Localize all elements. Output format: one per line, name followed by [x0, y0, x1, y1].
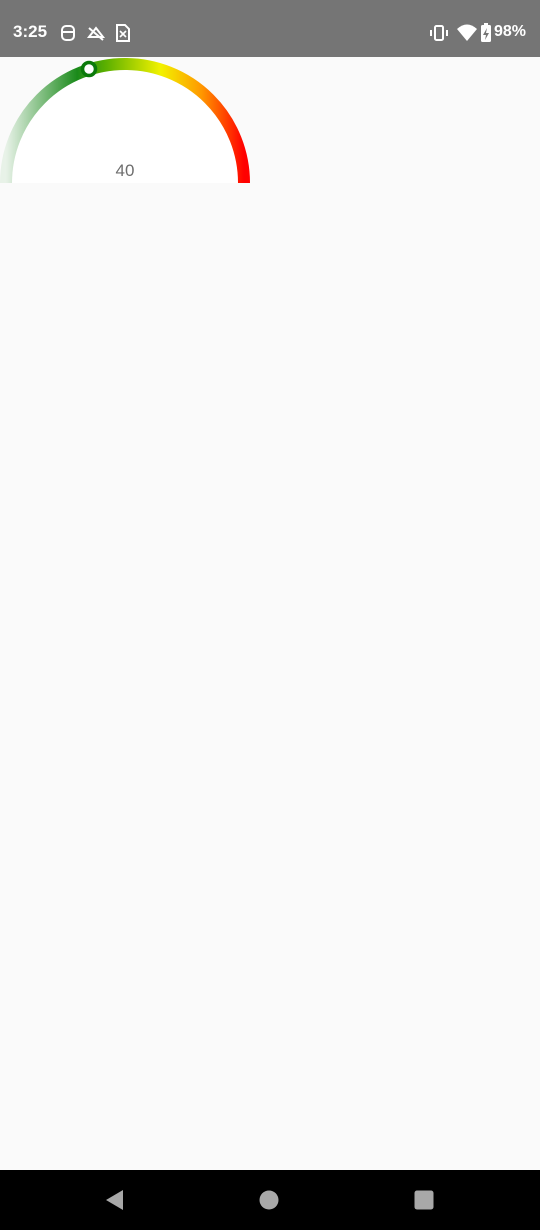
gauge-thumb[interactable]	[80, 60, 98, 78]
navigation-bar	[0, 1170, 540, 1230]
status-time: 3:25	[13, 22, 48, 41]
recents-icon[interactable]	[414, 1190, 434, 1210]
notification-off-icon	[86, 26, 106, 41]
battery-charging-icon	[481, 23, 491, 42]
gauge-value-label: 40	[115, 161, 135, 180]
wifi-icon	[457, 24, 477, 41]
main-content: 40	[0, 57, 540, 1170]
status-bar: 3:25 98%	[0, 0, 540, 57]
robot-icon	[61, 25, 75, 41]
vibrate-icon	[430, 25, 448, 41]
back-icon[interactable]	[103, 1189, 125, 1211]
battery-percent: 98%	[494, 23, 527, 40]
home-icon[interactable]	[259, 1190, 279, 1210]
sim-card-icon	[116, 24, 130, 42]
